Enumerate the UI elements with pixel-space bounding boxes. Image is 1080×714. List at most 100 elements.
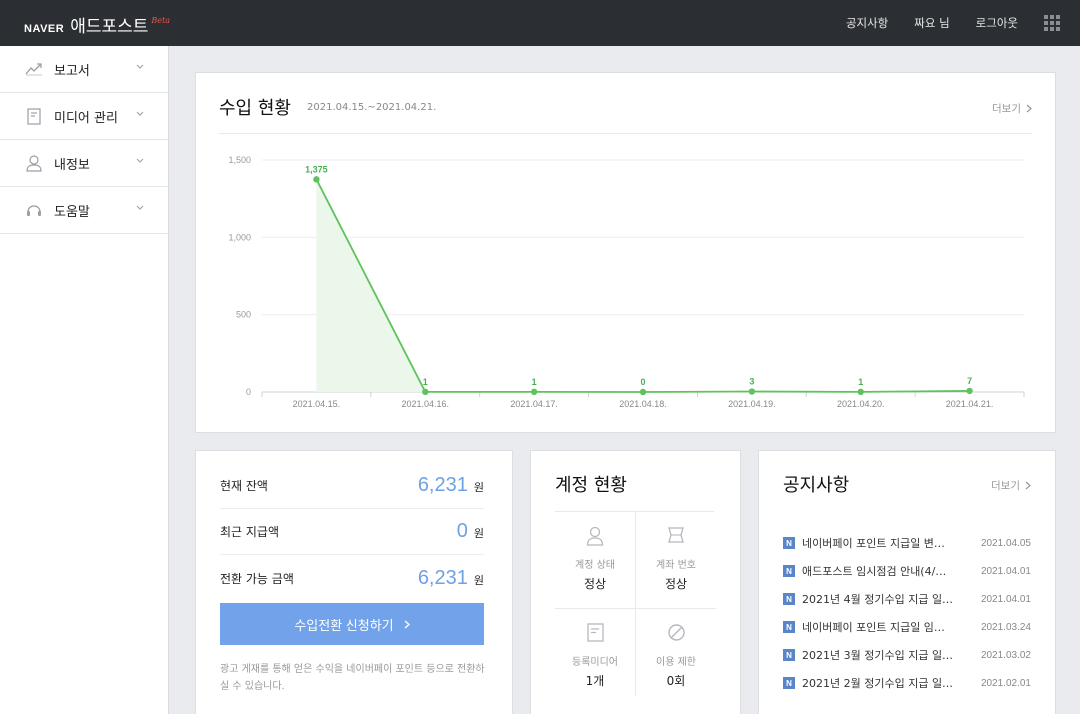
- currency-unit: 원: [473, 573, 484, 587]
- account-status-card: 계정 현황 계정 상태 정상 계좌 번호 정상 등록미디어 1개 이용 제한 0…: [530, 450, 741, 714]
- convert-button-label: 수입전환 신청하기: [294, 617, 394, 633]
- data-label: 1: [532, 377, 537, 387]
- notice-item[interactable]: N 네이버페이 포인트 지급일 임… 2021.03.24: [783, 613, 1031, 641]
- notice-item[interactable]: N 2021년 3월 정기수입 지급 일… 2021.03.02: [783, 641, 1031, 669]
- sidebar-item-media[interactable]: 미디어 관리: [0, 93, 168, 140]
- sidebar-item-label: 도움말: [54, 204, 90, 220]
- notice-text: 애드포스트 임시점검 안내(4/…: [802, 565, 947, 578]
- nav-user-name[interactable]: 짜요 님: [914, 15, 949, 31]
- chevron-down-icon: [136, 205, 144, 210]
- data-point: [530, 388, 538, 396]
- notice-item[interactable]: N 2021년 2월 정기수입 지급 일… 2021.02.01: [783, 669, 1031, 697]
- notice-text: 2021년 2월 정기수입 지급 일…: [802, 677, 954, 690]
- balance-value: 0: [456, 520, 468, 542]
- account-cell-bank: 계좌 번호 정상: [636, 512, 716, 608]
- service-name: 애드포스트: [70, 17, 149, 37]
- chevron-down-icon: [136, 64, 144, 69]
- balance-label: 전환 가능 금액: [220, 571, 294, 586]
- notice-date: 2021.03.02: [980, 649, 1031, 661]
- y-tick-label: 1,500: [228, 155, 251, 165]
- sidebar-item-label: 내정보: [54, 157, 90, 173]
- ban-icon: [636, 623, 716, 645]
- sidebar-item-help[interactable]: 도움말: [0, 187, 168, 234]
- nav-logout-link[interactable]: 로그아웃: [976, 15, 1018, 31]
- chevron-right-icon: [404, 619, 410, 629]
- new-badge-icon: N: [783, 677, 795, 689]
- data-label: 3: [749, 377, 754, 387]
- sidebar-item-label: 보고서: [54, 63, 90, 79]
- account-cell-value: 0회: [666, 674, 686, 688]
- notice-item[interactable]: N 2021년 4월 정기수입 지급 일… 2021.04.01: [783, 585, 1031, 613]
- notice-more-link[interactable]: 더보기: [991, 478, 1031, 493]
- x-tick-label: 2021.04.15.: [293, 399, 341, 409]
- sidebar-item-myinfo[interactable]: 내정보: [0, 140, 168, 187]
- account-cell-media: 등록미디어 1개: [555, 609, 635, 705]
- new-badge-icon: N: [783, 593, 795, 605]
- balance-card: 현재 잔액 6,231 원 최근 지급액 0원 전환 가능 금액 6,231 원 수…: [195, 450, 513, 714]
- account-cell-value: 정상: [664, 577, 688, 591]
- notice-card: 공지사항 더보기 N 네이버페이 포인트 지급일 변… 2021.04.05 N 애드…: [758, 450, 1056, 714]
- data-point: [639, 388, 647, 396]
- new-badge-icon: N: [783, 537, 795, 549]
- data-point: [748, 388, 756, 395]
- account-cell-label: 이용 제한: [656, 657, 696, 668]
- notice-text: 네이버페이 포인트 지급일 변…: [802, 537, 945, 550]
- x-tick-label: 2021.04.19.: [728, 399, 776, 409]
- account-cell-restriction: 이용 제한 0회: [636, 609, 716, 705]
- account-title: 계정 현황: [555, 475, 627, 496]
- chart-line-icon: [24, 59, 44, 79]
- notice-text: 2021년 4월 정기수입 지급 일…: [802, 593, 954, 606]
- notice-list: N 네이버페이 포인트 지급일 변… 2021.04.05 N 애드포스트 임시점검 …: [783, 529, 1031, 697]
- chevron-right-icon: [1025, 481, 1031, 490]
- x-tick-label: 2021.04.21.: [946, 399, 994, 409]
- account-cell-label: 등록미디어: [572, 657, 618, 668]
- account-cell-label: 계좌 번호: [656, 560, 696, 571]
- data-label: 1,375: [305, 164, 328, 174]
- x-tick-label: 2021.04.20.: [837, 399, 885, 409]
- sidebar-item-report[interactable]: 보고서: [0, 46, 168, 93]
- account-grid: 계정 상태 정상 계좌 번호 정상 등록미디어 1개 이용 제한 0회: [555, 512, 716, 696]
- balance-row-recent-payment: 최근 지급액 0원: [220, 509, 484, 555]
- notice-item[interactable]: N 애드포스트 임시점검 안내(4/… 2021.04.01: [783, 557, 1031, 585]
- balance-label: 현재 잔액: [220, 479, 268, 493]
- nav-notice-link[interactable]: 공지사항: [846, 15, 888, 31]
- balance-label: 최근 지급액: [220, 525, 280, 539]
- currency-unit: 원: [473, 481, 484, 494]
- chevron-down-icon: [136, 111, 144, 116]
- notice-date: 2021.04.01: [980, 565, 1031, 577]
- grid-icon[interactable]: [1044, 15, 1060, 31]
- user-icon: [555, 526, 635, 548]
- account-cell-status: 계정 상태 정상: [555, 512, 635, 608]
- brand-logo[interactable]: NAVER 애드포스트 Beta: [24, 12, 170, 37]
- x-tick-label: 2021.04.17.: [510, 399, 558, 409]
- new-badge-icon: N: [783, 565, 795, 577]
- notice-date: 2021.03.24: [980, 621, 1031, 633]
- notice-date: 2021.04.05: [980, 537, 1031, 549]
- data-label: 7: [967, 376, 972, 386]
- balance-row-convertible: 전환 가능 금액 6,231 원: [220, 555, 484, 601]
- currency-unit: 원: [473, 527, 484, 540]
- bankbook-icon: [636, 526, 716, 548]
- balance-value: 6,231: [417, 566, 468, 589]
- income-card: 수입 현황 2021.04.15.~2021.04.21. 더보기 0 500 1,…: [195, 72, 1056, 433]
- balance-note: 광고 게재를 통해 얻은 수익을 네이버페이 포인트 등으로 전환하실 수 있습…: [220, 664, 485, 692]
- data-label: 0: [640, 377, 645, 387]
- chevron-down-icon: [136, 158, 144, 163]
- new-badge-icon: N: [783, 649, 795, 661]
- data-point: [313, 176, 320, 183]
- notice-text: 2021년 3월 정기수입 지급 일…: [802, 649, 954, 662]
- data-label: 1: [423, 377, 428, 387]
- convert-income-button[interactable]: 수입전환 신청하기: [220, 603, 484, 645]
- user-icon: [24, 153, 44, 173]
- notice-date: 2021.02.01: [980, 677, 1031, 689]
- beta-badge: Beta: [151, 16, 171, 25]
- data-point: [422, 388, 429, 396]
- notice-item[interactable]: N 네이버페이 포인트 지급일 변… 2021.04.05: [783, 529, 1031, 557]
- notice-title: 공지사항: [783, 475, 850, 496]
- sidebar: 보고서 미디어 관리 내정보 도움말: [0, 46, 169, 714]
- more-label: 더보기: [991, 480, 1020, 492]
- document-icon: [24, 106, 44, 126]
- data-point: [966, 387, 973, 395]
- account-cell-value: 정상: [583, 577, 607, 591]
- income-chart: 0 500 1,000 1,500 2021.04.15. 2021.04.16. 2021…: [228, 155, 1025, 409]
